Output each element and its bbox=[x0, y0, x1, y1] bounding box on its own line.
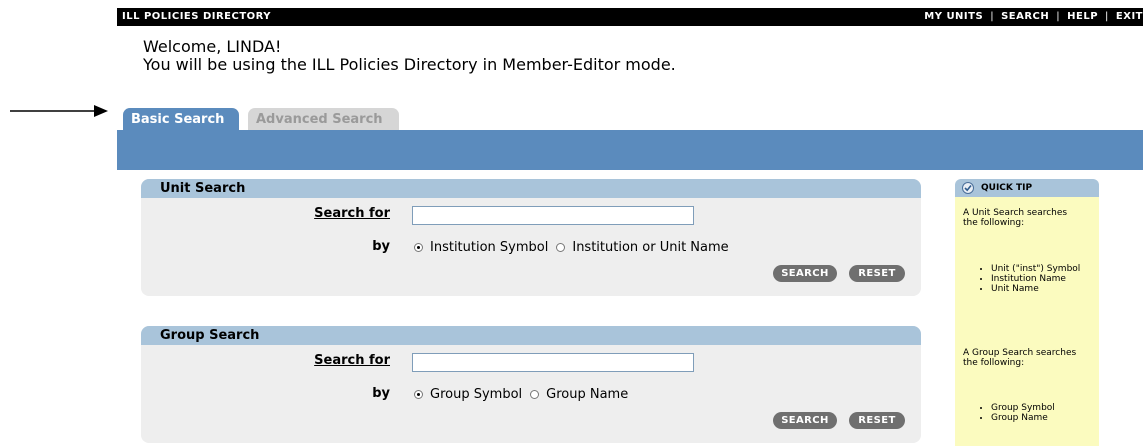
check-icon bbox=[962, 182, 974, 194]
welcome-greeting: Welcome, LINDA! bbox=[143, 37, 282, 56]
by-label: by bbox=[372, 386, 390, 401]
unit-search-title: Unit Search bbox=[141, 179, 921, 198]
group-name-radio[interactable] bbox=[530, 390, 540, 399]
group-name-label: Group Name bbox=[546, 387, 629, 402]
institution-symbol-radio[interactable] bbox=[414, 243, 423, 252]
group-tip-list: Group Symbol Group Name bbox=[969, 403, 1099, 423]
app-title: ILL POLICIES DIRECTORY bbox=[122, 11, 272, 22]
right-arrow-icon bbox=[10, 105, 108, 117]
institution-name-label: Institution or Unit Name bbox=[572, 240, 729, 255]
by-label: by bbox=[372, 239, 390, 254]
quick-tip-body: A Unit Search searches the following: Un… bbox=[955, 197, 1099, 446]
group-tip-intro: A Group Search searches the following: bbox=[963, 348, 1077, 368]
group-search-by-options: Group Symbol Group Name bbox=[414, 387, 636, 402]
nav-search-link[interactable]: SEARCH bbox=[1001, 11, 1049, 22]
tab-bar bbox=[117, 130, 1143, 170]
nav-exit-link[interactable]: EXIT bbox=[1116, 11, 1143, 22]
search-for-label: Search for bbox=[314, 206, 390, 221]
unit-reset-button[interactable]: RESET bbox=[849, 265, 905, 282]
unit-search-panel: Unit Search Search for by Institution Sy… bbox=[141, 179, 921, 296]
unit-search-by-options: Institution Symbol Institution or Unit N… bbox=[414, 240, 737, 255]
nav-help-link[interactable]: HELP bbox=[1067, 11, 1098, 22]
nav-separator: | bbox=[1056, 11, 1061, 22]
mode-message: You will be using the ILL Policies Direc… bbox=[143, 55, 676, 74]
quick-tip-title: QUICK TIP bbox=[981, 183, 1033, 193]
top-nav: MY UNITS | SEARCH | HELP | EXIT bbox=[924, 11, 1143, 22]
group-reset-button[interactable]: RESET bbox=[849, 412, 905, 429]
welcome-message: Welcome, LINDA! You will be using the IL… bbox=[143, 38, 676, 74]
unit-search-input[interactable] bbox=[412, 206, 694, 225]
quick-tip-header: QUICK TIP bbox=[955, 179, 1099, 197]
unit-tip-intro: A Unit Search searches the following: bbox=[963, 208, 1068, 228]
nav-separator: | bbox=[1105, 11, 1109, 22]
nav-my-units-link[interactable]: MY UNITS bbox=[924, 11, 983, 22]
group-search-panel: Group Search Search for by Group Symbol … bbox=[141, 326, 921, 443]
group-symbol-label: Group Symbol bbox=[430, 387, 523, 402]
list-item: Group Name bbox=[991, 413, 1099, 423]
list-item: Unit Name bbox=[991, 284, 1099, 294]
institution-name-radio[interactable] bbox=[556, 243, 566, 252]
list-item: Institution Name bbox=[991, 274, 1099, 284]
top-bar: ILL POLICIES DIRECTORY MY UNITS | SEARCH | H… bbox=[117, 8, 1143, 26]
unit-search-button[interactable]: SEARCH bbox=[773, 265, 837, 282]
group-symbol-radio[interactable] bbox=[414, 390, 423, 399]
nav-separator: | bbox=[990, 11, 995, 22]
unit-tip-list: Unit ("inst") Symbol Institution Name Un… bbox=[969, 264, 1099, 294]
tab-basic-search[interactable]: Basic Search bbox=[123, 108, 239, 130]
list-item: Group Symbol bbox=[991, 403, 1099, 413]
group-search-input[interactable] bbox=[412, 353, 694, 372]
list-item: Unit ("inst") Symbol bbox=[991, 264, 1099, 274]
group-search-button[interactable]: SEARCH bbox=[773, 412, 837, 429]
group-search-title: Group Search bbox=[141, 326, 921, 345]
institution-symbol-label: Institution Symbol bbox=[430, 240, 549, 255]
search-for-label: Search for bbox=[314, 353, 390, 368]
tab-advanced-search[interactable]: Advanced Search bbox=[248, 108, 399, 130]
